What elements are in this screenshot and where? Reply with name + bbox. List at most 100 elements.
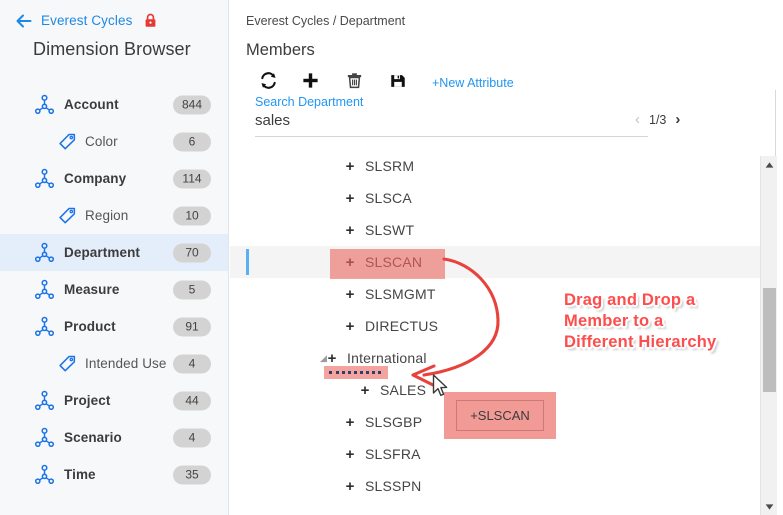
save-button[interactable] (376, 70, 420, 96)
caret-down-icon[interactable]: ◢ (320, 353, 330, 363)
search-box (255, 112, 648, 137)
members-toolbar: +New Attribute (248, 70, 514, 96)
tree-row[interactable]: + SLSSPN (230, 470, 760, 502)
tag-icon (58, 132, 77, 151)
sidebar-item-count: 844 (173, 95, 211, 114)
sidebar-item-company[interactable]: Company 114 (0, 160, 228, 197)
refresh-icon (259, 71, 278, 95)
sidebar-item-count: 44 (173, 391, 211, 410)
vertical-scrollbar[interactable] (760, 156, 777, 515)
drag-ghost-slscan: +SLSCAN (444, 392, 556, 439)
tag-icon (58, 354, 77, 373)
sidebar: Everest Cycles Dimension Browser Account… (0, 0, 229, 515)
dimension-list: Account 844 Color 6 Company 114 Region 10 Depart… (0, 86, 228, 493)
sidebar-item-label: Region (85, 208, 129, 223)
tree-node-label: SLSCA (365, 190, 412, 206)
sidebar-item-account[interactable]: Account 844 (0, 86, 228, 123)
sidebar-item-label: Measure (64, 282, 120, 297)
expand-plus-icon[interactable]: + (343, 318, 357, 335)
new-attribute-link[interactable]: +New Attribute (432, 76, 514, 90)
sidebar-item-project[interactable]: Project 44 (0, 382, 228, 419)
scroll-up-arrow-icon[interactable] (761, 156, 778, 173)
page-indicator: 1/3 (649, 112, 667, 127)
tree-row[interactable]: + SLSWT (230, 214, 760, 246)
expand-plus-icon[interactable]: + (358, 382, 372, 399)
scrollbar-thumb[interactable] (763, 288, 776, 392)
tree-node-label: SALES (380, 382, 427, 398)
add-member-button[interactable] (288, 70, 332, 96)
drag-ghost-label: +SLSCAN (470, 408, 530, 423)
brand-link[interactable]: Everest Cycles (41, 13, 132, 28)
sidebar-item-count: 35 (173, 465, 211, 484)
sidebar-item-label: Project (64, 393, 111, 408)
tree-node-label: SLSMGMT (365, 286, 436, 302)
expand-plus-icon[interactable]: + (343, 190, 357, 207)
sidebar-item-measure[interactable]: Measure 5 (0, 271, 228, 308)
save-icon (389, 72, 407, 95)
tree-node-label: SLSWT (365, 222, 415, 238)
plus-icon (301, 71, 320, 95)
page-title-dimension-browser: Dimension Browser (33, 39, 191, 59)
sidebar-item-color[interactable]: Color 6 (0, 123, 228, 160)
breadcrumb: Everest Cycles / Department (246, 14, 406, 28)
sidebar-item-label: Time (64, 467, 96, 482)
trash-icon (345, 71, 364, 95)
sidebar-item-count: 91 (173, 317, 211, 336)
sidebar-item-product[interactable]: Product 91 (0, 308, 228, 345)
sidebar-item-time[interactable]: Time 35 (0, 456, 228, 493)
hierarchy-icon (34, 94, 55, 115)
member-tree: + SLSRM + SLSCA + SLSWT + SLSCAN + SLSMGMT + DIRECT… (230, 150, 760, 502)
sidebar-item-count: 5 (173, 280, 211, 299)
tag-icon (58, 206, 77, 225)
expand-plus-icon[interactable]: + (343, 254, 357, 271)
sidebar-item-count: 4 (173, 428, 211, 447)
tree-node-label: SLSRM (365, 158, 415, 174)
page-title-members: Members (246, 41, 315, 59)
sidebar-item-count: 4 (173, 354, 211, 373)
sidebar-item-region[interactable]: Region 10 (0, 197, 228, 234)
chevron-left-icon[interactable]: ‹ (635, 112, 640, 127)
tree-row[interactable]: ◢ + International (230, 342, 760, 374)
expand-plus-icon[interactable]: + (343, 446, 357, 463)
search-input[interactable] (255, 112, 648, 129)
scroll-down-arrow-icon[interactable] (761, 498, 778, 515)
tree-row[interactable]: + SLSCAN (230, 246, 760, 278)
expand-plus-icon[interactable]: + (343, 222, 357, 239)
refresh-button[interactable] (248, 70, 288, 96)
expand-plus-icon[interactable]: + (343, 286, 357, 303)
sidebar-item-count: 70 (173, 243, 211, 262)
sidebar-item-scenario[interactable]: Scenario 4 (0, 419, 228, 456)
sidebar-item-label: Intended Use (85, 356, 167, 371)
sidebar-item-label: Scenario (64, 430, 122, 445)
expand-plus-icon[interactable]: + (343, 478, 357, 495)
tree-row[interactable]: + SLSCA (230, 182, 760, 214)
tree-node-label: SLSGBP (365, 414, 423, 430)
sidebar-item-label: Company (64, 171, 127, 186)
tree-row[interactable]: + SLSRM (230, 150, 760, 182)
hierarchy-icon (34, 279, 55, 300)
sidebar-item-label: Color (85, 134, 118, 149)
chevron-right-icon[interactable]: › (675, 112, 680, 127)
hierarchy-icon (34, 168, 55, 189)
tree-node-label: DIRECTUS (365, 318, 439, 334)
expand-plus-icon[interactable]: + (343, 414, 357, 431)
pagination: ‹ 1/3 › (635, 112, 680, 127)
hierarchy-icon (34, 427, 55, 448)
sidebar-item-intended-use[interactable]: Intended Use 4 (0, 345, 228, 382)
drag-ghost-box: +SLSCAN (456, 400, 544, 431)
tree-row[interactable]: + SLSMGMT (230, 278, 760, 310)
tree-row[interactable]: + DIRECTUS (230, 310, 760, 342)
lock-icon (144, 13, 157, 28)
sidebar-header: Everest Cycles (0, 0, 228, 28)
sidebar-item-department[interactable]: Department 70 (0, 234, 228, 271)
tree-row[interactable]: + SLSFRA (230, 438, 760, 470)
expand-plus-icon[interactable]: + (343, 158, 357, 175)
hierarchy-icon (34, 390, 55, 411)
dimension-browser-app: Everest Cycles Dimension Browser Account… (0, 0, 783, 515)
back-arrow-icon[interactable] (16, 14, 32, 28)
hierarchy-icon (34, 464, 55, 485)
search-department-label[interactable]: Search Department (255, 95, 363, 109)
delete-member-button[interactable] (332, 70, 376, 96)
hierarchy-icon (34, 242, 55, 263)
sidebar-item-count: 6 (173, 132, 211, 151)
